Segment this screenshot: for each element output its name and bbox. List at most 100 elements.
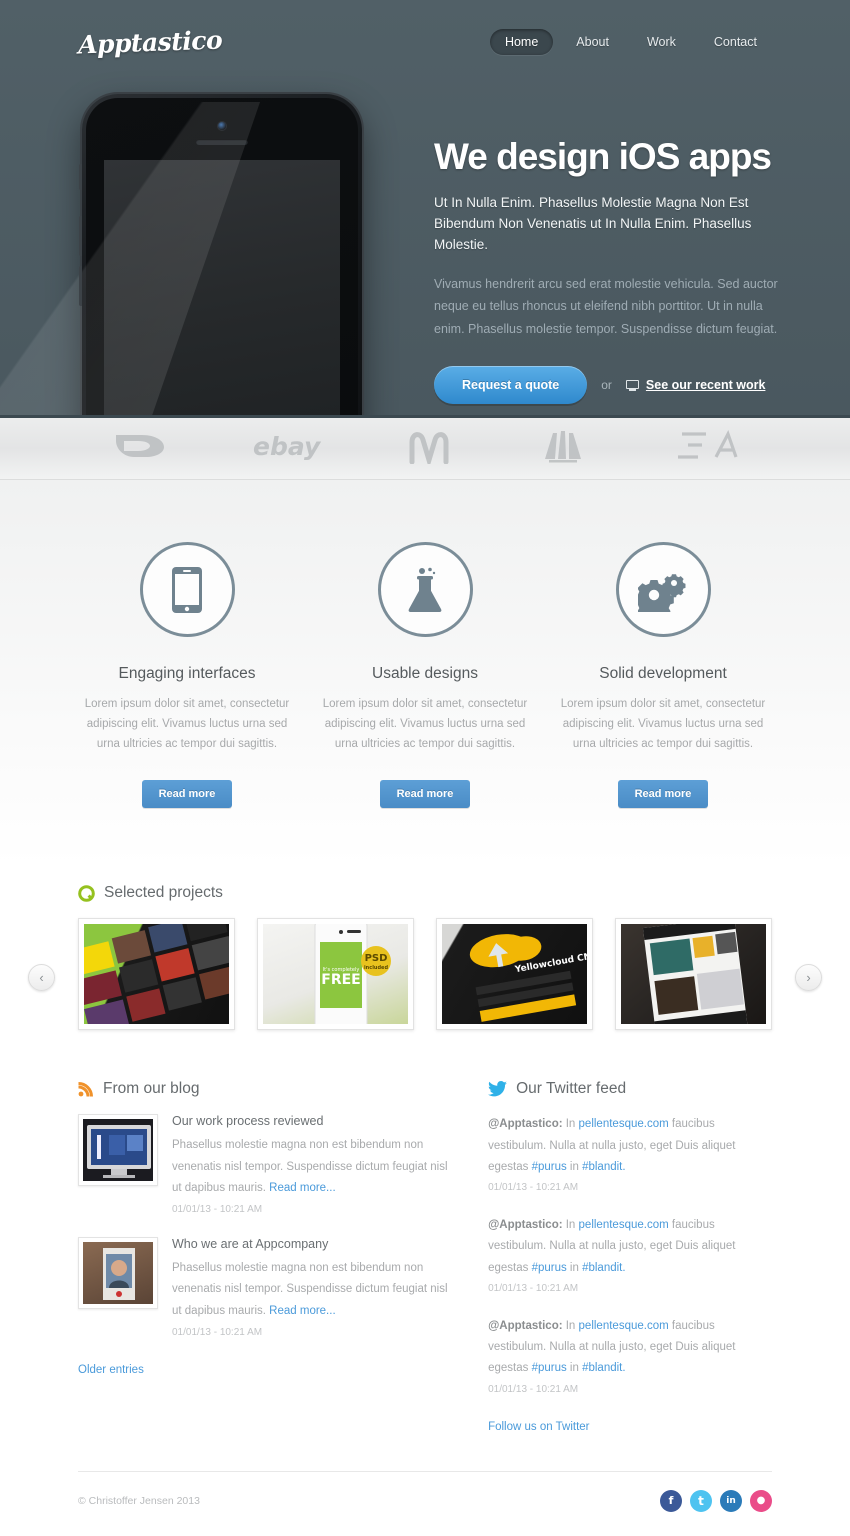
feature-engaging-interfaces: Engaging interfaces Lorem ipsum dolor si… xyxy=(68,542,306,809)
lower-section: From our blog Our work process reviewed … xyxy=(0,1030,850,1434)
tweet-date: 01/01/13 - 10:21 AM xyxy=(488,1282,579,1294)
tweet-date: 01/01/13 - 10:21 AM xyxy=(488,1182,579,1194)
yellowcloud-cms-thumbnail: Yellowcloud CMS xyxy=(442,924,587,1025)
feature-title: Solid development xyxy=(599,665,727,682)
project-thumb-psd-free[interactable]: It's completely FREE PSD included xyxy=(257,918,414,1031)
phone-volume-down-button xyxy=(79,266,82,306)
tweet-hashtag[interactable]: #blandit. xyxy=(582,1161,625,1173)
iphone-mockup xyxy=(0,94,362,418)
copyright-text: © Christoffer Jensen 2013 xyxy=(78,1494,200,1507)
hero-cta-group: Request a quote or See our recent work xyxy=(434,366,784,405)
projects-heading: Selected projects xyxy=(104,884,223,902)
ea-logo xyxy=(676,429,738,467)
request-quote-button[interactable]: Request a quote xyxy=(434,366,588,405)
linkedin-icon[interactable]: in xyxy=(720,1489,742,1512)
tweet-hashtag[interactable]: #purus xyxy=(532,1161,567,1173)
hero-heading: We design iOS apps xyxy=(434,136,772,177)
see-recent-work-label: See our recent work xyxy=(645,378,766,393)
twitter-heading-row: Our Twitter feed xyxy=(488,1080,772,1098)
svg-text:FREE: FREE xyxy=(321,972,360,988)
tweet-hashtag[interactable]: #purus xyxy=(532,1362,567,1374)
phone-silent-switch xyxy=(79,164,82,190)
read-more-button[interactable]: Read more xyxy=(379,780,471,809)
carousel-prev-button[interactable]: ‹ xyxy=(28,964,55,992)
nav-item-home[interactable]: Home xyxy=(489,29,554,55)
svg-text:PSD: PSD xyxy=(365,953,388,964)
smartphone-icon xyxy=(172,566,202,613)
see-recent-work-link[interactable]: See our recent work xyxy=(625,378,766,393)
psd-free-mockup-thumbnail: It's completely FREE PSD included xyxy=(263,924,408,1025)
read-more-button[interactable]: Read more xyxy=(617,780,709,809)
tweet-item: @Apptastico: In pellentesque.com faucibu… xyxy=(488,1114,772,1193)
post-thumbnail xyxy=(78,1237,158,1310)
dc-shoes-logo xyxy=(112,431,168,466)
tweet-pre: In xyxy=(562,1118,579,1131)
tweet-link[interactable]: pellentesque.com xyxy=(579,1219,669,1231)
mcdonalds-logo xyxy=(407,428,451,469)
site-logo[interactable]: Apptastico xyxy=(78,25,223,59)
dribbble-icon[interactable]: ● xyxy=(750,1489,772,1512)
post-body: Our work process reviewed Phasellus mole… xyxy=(172,1114,452,1215)
twitter-icon[interactable]: t xyxy=(690,1489,712,1512)
tweet-hashtag[interactable]: #blandit. xyxy=(582,1362,625,1374)
tweet-handle[interactable]: @Apptastico: xyxy=(488,1219,562,1231)
tweet-join: in xyxy=(566,1160,583,1173)
projects-heading-row: Selected projects xyxy=(78,884,772,902)
phone-speaker-icon xyxy=(196,139,248,145)
feature-text: Lorem ipsum dolor sit amet, consectetur … xyxy=(322,698,528,750)
phone-bezel xyxy=(0,98,358,418)
cta-or-label: or xyxy=(601,378,612,393)
gears-icon xyxy=(638,573,686,612)
hero-copy: We design iOS apps Ut In Nulla Enim. Pha… xyxy=(434,136,784,405)
project-thumb-dribbble-app[interactable] xyxy=(615,918,772,1031)
music-app-thumbnail xyxy=(84,924,229,1025)
tweet-link[interactable]: pellentesque.com xyxy=(579,1320,669,1332)
green-circle-icon xyxy=(78,884,95,902)
blog-post[interactable]: Our work process reviewed Phasellus mole… xyxy=(78,1114,452,1215)
feature-icon-circle xyxy=(139,542,235,637)
tweet-hashtag[interactable]: #purus xyxy=(532,1262,567,1274)
facebook-icon[interactable]: f xyxy=(660,1489,682,1512)
feature-icon-circle xyxy=(615,542,711,637)
post-text: Phasellus molestie magna non est bibendu… xyxy=(172,1258,452,1322)
feature-text: Lorem ipsum dolor sit amet, consectetur … xyxy=(560,698,766,750)
tweet-link[interactable]: pellentesque.com xyxy=(579,1118,669,1130)
tweet-text: @Apptastico: In pellentesque.com faucibu… xyxy=(488,1114,772,1178)
phone-camera-icon xyxy=(218,122,226,130)
phone-volume-up-button xyxy=(79,216,82,256)
post-read-more-link[interactable]: Read more... xyxy=(269,1305,335,1317)
post-read-more-link[interactable]: Read more... xyxy=(269,1182,335,1194)
blog-post[interactable]: Who we are at Appcompany Phasellus moles… xyxy=(78,1237,452,1338)
phone-body xyxy=(0,94,362,418)
nav-item-work[interactable]: Work xyxy=(632,29,691,55)
tweet-pre: In xyxy=(562,1319,579,1332)
read-more-button[interactable]: Read more xyxy=(141,780,233,809)
project-thumb-yellowcloud[interactable]: Yellowcloud CMS xyxy=(436,918,593,1031)
tweet-date: 01/01/13 - 10:21 AM xyxy=(488,1383,579,1395)
older-entries-link[interactable]: Older entries xyxy=(78,1364,144,1376)
svg-text:included: included xyxy=(364,965,388,971)
hero-section: Apptastico Home About Work Contact We de… xyxy=(0,0,850,418)
tweet-handle[interactable]: @Apptastico: xyxy=(488,1320,562,1332)
tweet-join: in xyxy=(566,1261,583,1274)
feature-solid-development: Solid development Lorem ipsum dolor sit … xyxy=(544,542,782,809)
tweet-join: in xyxy=(566,1362,583,1375)
post-title[interactable]: Who we are at Appcompany xyxy=(172,1237,452,1251)
rss-icon xyxy=(78,1082,93,1097)
feature-icon-circle xyxy=(377,542,473,637)
carousel-next-button[interactable]: › xyxy=(795,964,822,992)
adidas-logo xyxy=(535,429,591,468)
post-title[interactable]: Our work process reviewed xyxy=(172,1114,452,1128)
main-navigation: Home About Work Contact xyxy=(489,29,772,55)
twitter-heading: Our Twitter feed xyxy=(516,1080,627,1098)
tweet-hashtag[interactable]: #blandit. xyxy=(582,1262,625,1274)
monitor-icon xyxy=(625,379,639,391)
features-section: Engaging interfaces Lorem ipsum dolor si… xyxy=(0,480,850,867)
project-thumb-music-app[interactable] xyxy=(78,918,235,1031)
tweet-handle[interactable]: @Apptastico: xyxy=(488,1118,562,1130)
nav-item-about[interactable]: About xyxy=(561,29,624,55)
hero-body: Vivamus hendrerit arcu sed erat molestie… xyxy=(434,276,778,336)
feature-text: Lorem ipsum dolor sit amet, consectetur … xyxy=(84,698,290,750)
nav-item-contact[interactable]: Contact xyxy=(699,29,772,55)
follow-on-twitter-link[interactable]: Follow us on Twitter xyxy=(488,1421,589,1433)
